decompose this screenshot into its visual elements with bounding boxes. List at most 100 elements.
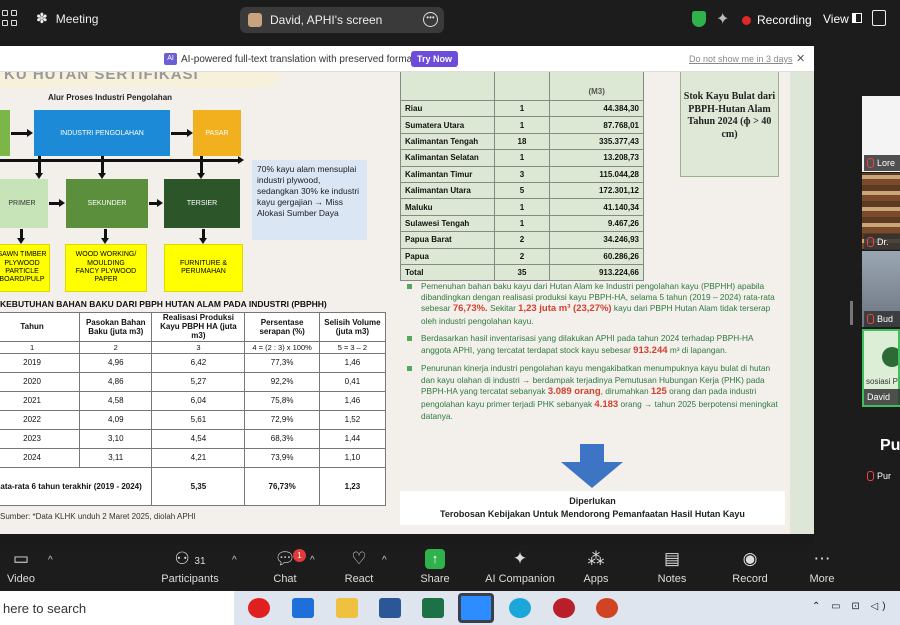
participants-icon: ⚇ 31 — [174, 549, 206, 568]
chat-label: Chat — [273, 573, 297, 585]
react-options-caret[interactable]: ^ — [382, 555, 387, 566]
app-icon[interactable] — [553, 598, 575, 618]
word-icon[interactable] — [379, 598, 401, 618]
notes-button[interactable]: ▤ Notes — [655, 549, 689, 589]
table-cell: 2019 — [0, 352, 81, 373]
table-row: Sumatera Utara 1 87.768,01 — [400, 116, 644, 134]
table-cell: 5,35 — [151, 466, 246, 506]
apps-button[interactable]: ⁂ Apps — [580, 549, 612, 589]
system-tray-icons[interactable]: ⌃ ▭ ⊡ ◁) — [812, 601, 890, 612]
screen-share-indicator[interactable]: David, APHI's screen ••• — [240, 7, 444, 33]
participants-button[interactable]: ⚇ 31 Participants — [158, 549, 222, 589]
mail-icon[interactable] — [292, 598, 314, 618]
table-cell: 1 — [493, 116, 551, 134]
edge-icon[interactable] — [509, 598, 531, 618]
table-row: Kalimantan Selatan 1 13.208,73 — [400, 149, 644, 167]
notes-icon: ▤ — [663, 549, 681, 568]
table-cell: 2020 — [0, 371, 81, 392]
table-row: 2023 3,10 4,54 68,3% 1,44 — [0, 428, 387, 449]
col-header: Provinsi — [400, 72, 495, 101]
bahan-baku-box — [0, 110, 10, 156]
table-row: Kalimantan Tengah 18 335.377,43 — [400, 132, 644, 151]
video-options-caret[interactable]: ^ — [48, 555, 53, 566]
col-header: Selisih Volume (juta m3) — [318, 312, 387, 342]
chat-options-caret[interactable]: ^ — [310, 555, 315, 566]
highlight-value: 76,73%. — [452, 303, 488, 315]
table-cell: 3,11 — [79, 447, 153, 468]
zoom-icon[interactable] — [458, 593, 494, 623]
table-cell: Sumatera Utara — [400, 116, 495, 134]
table-title: KEBUTUHAN BAHAN BAKU DARI PBPH HUTAN ALA… — [0, 299, 327, 309]
security-shield-icon[interactable] — [692, 11, 706, 27]
flow-arrow — [49, 199, 65, 207]
table-cell: 44.384,30 — [549, 99, 644, 118]
view-button[interactable]: View — [823, 12, 849, 26]
meeting-menu[interactable]: ✽ Meeting — [36, 10, 98, 27]
participant-name: Pur — [877, 471, 892, 481]
video-button[interactable]: ▭ Video — [2, 549, 40, 589]
ai-sparkle-icon[interactable]: ✦ — [716, 9, 729, 29]
record-button[interactable]: ◉ Record — [731, 549, 769, 589]
table-cell: 913.224,66 — [549, 263, 644, 282]
bullet-list: Pemenuhan bahan baku kayu dari Hutan Ala… — [404, 281, 784, 429]
opera-icon[interactable] — [248, 598, 270, 618]
panel-resize-handle[interactable] — [850, 301, 853, 325]
more-button[interactable]: ⋯ More — [806, 549, 838, 589]
flow-arrow — [197, 156, 205, 179]
table-row: Sulawesi Tengah 1 9.467,26 — [400, 214, 644, 233]
tersier-label: TERSIER — [186, 200, 218, 207]
chat-button[interactable]: 💬︎ 1 Chat — [268, 549, 306, 589]
ai-companion-button[interactable]: ✦ AI Companion — [484, 549, 556, 589]
recording-dot-icon — [742, 15, 751, 25]
view-layout-icon[interactable] — [852, 13, 862, 23]
table-cell: Kalimantan Tengah — [400, 132, 495, 151]
more-label: More — [809, 573, 835, 585]
table-cell: 87.768,01 — [549, 116, 644, 134]
ai-sparkle-icon: ✦ — [512, 549, 528, 568]
folder-icon[interactable] — [336, 598, 358, 618]
pasar-box: PASAR — [193, 110, 241, 156]
table-cell: 1,46 — [318, 390, 387, 411]
col-header: (M3) — [549, 72, 644, 101]
share-button[interactable]: ↑ Share — [418, 549, 452, 589]
conclusion-title: Diperlukan — [569, 496, 616, 506]
apps-label: Apps — [583, 573, 609, 585]
participant-name: David — [867, 392, 891, 402]
dismiss-link[interactable]: Do not show me in 3 days — [689, 54, 793, 64]
flow-arrow — [17, 229, 25, 244]
close-icon[interactable]: ✕ — [796, 52, 805, 65]
table-cell: 4,96 — [79, 352, 153, 373]
table-cell: 77,3% — [244, 352, 320, 373]
recording-indicator[interactable]: Recording — [742, 13, 812, 27]
ai-companion-label: AI Companion — [485, 573, 555, 585]
table-cell: 5,27 — [151, 371, 246, 392]
table-row: Papua Barat 2 34.246,93 — [400, 231, 644, 249]
window-icon[interactable] — [872, 10, 886, 26]
table-cell: 6,04 — [151, 390, 246, 411]
table-cell: Sulawesi Tengah — [400, 214, 495, 233]
recording-label: Recording — [757, 13, 812, 27]
col-header: Realisasi Produksi Kayu PBPH HA (juta m3… — [151, 312, 246, 342]
react-button[interactable]: ♡ React — [342, 549, 376, 589]
apps-grid-icon[interactable] — [2, 10, 18, 26]
pasar-label: PASAR — [205, 129, 229, 137]
more-options-icon[interactable]: ••• — [423, 12, 438, 27]
table-cell: 68,3% — [244, 428, 320, 449]
highlight-value: 125 — [650, 385, 667, 397]
table-cell: 4,54 — [151, 428, 246, 449]
meeting-controls: ▭ Video ^ ⚇ 31 Participants ^ 💬︎ 1 Chat ^ ♡ R… — [0, 545, 900, 591]
org-text: sosiasi P — [866, 377, 899, 386]
stock-caption-box: Stok Kayu Bulat dari PBPH-Hutan Alam Tah… — [680, 72, 779, 177]
bullet-item: Penurunan kinerja industri pengolahan ka… — [404, 363, 784, 422]
try-now-button[interactable]: Try Now — [411, 51, 458, 67]
tersier-box: TERSIER — [164, 179, 240, 228]
powerpoint-icon[interactable] — [596, 598, 618, 618]
participant-name-tag: David — [864, 389, 900, 405]
participants-options-caret[interactable]: ^ — [232, 555, 237, 566]
taskbar-search[interactable]: here to search — [0, 591, 234, 625]
table-cell: 4,09 — [79, 409, 153, 430]
table-cell: 2 — [493, 247, 551, 265]
excel-icon[interactable] — [422, 598, 444, 618]
flow-arrow — [98, 156, 106, 179]
index-row: 1 2 3 4 = (2 : 3) x 100% 5 = 3 – 2 — [0, 340, 387, 354]
